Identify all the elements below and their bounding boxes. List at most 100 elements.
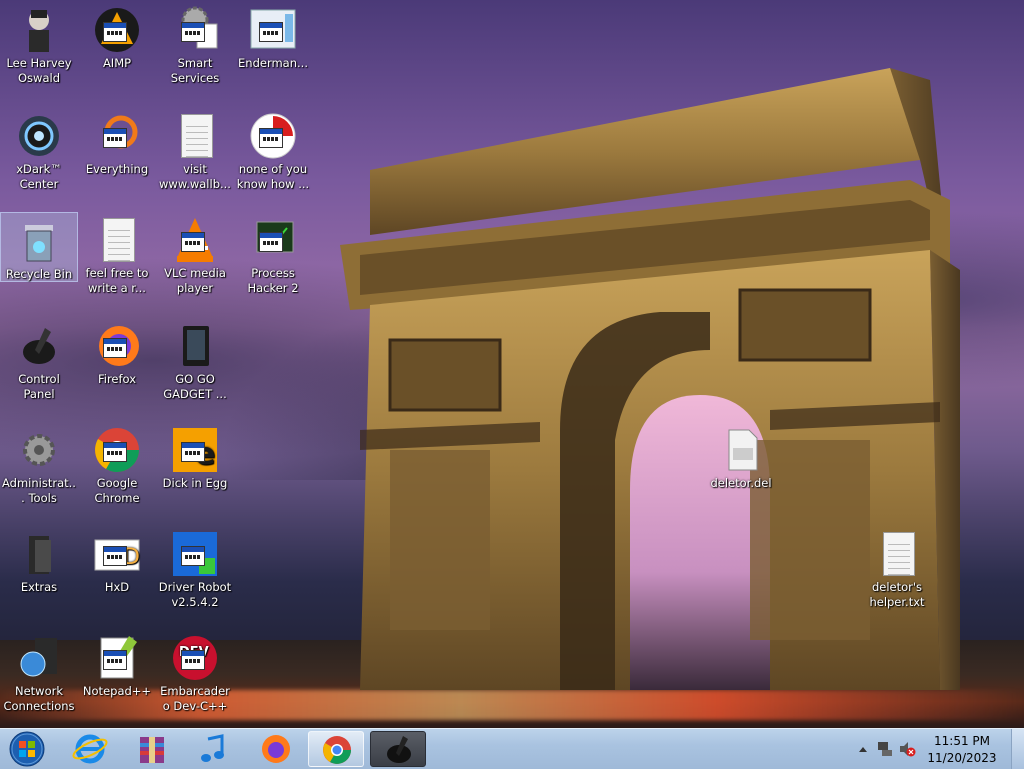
show-hidden-icons-button[interactable] <box>858 742 868 756</box>
chrome-icon <box>93 426 141 474</box>
icon-label: xDark™ Center <box>16 162 62 191</box>
clock-time[interactable]: 11:51 PM <box>922 734 1002 748</box>
app-placeholder-icon <box>181 546 205 566</box>
desktop-icon-visit-wallb[interactable]: visit www.wallb... <box>156 108 234 192</box>
desktop-icon-deletor-del[interactable]: deletor.del <box>702 422 780 491</box>
desktop-icon-process-hacker-2[interactable]: Process Hacker 2 <box>234 212 312 296</box>
desktop-icon-none-of-you[interactable]: none of you know how ... <box>234 108 312 192</box>
icon-label: Network Connections <box>3 684 75 713</box>
vlc-icon <box>171 216 219 264</box>
icon-label: Smart Services <box>170 56 220 85</box>
icon-label: deletor's helper.txt <box>869 580 925 609</box>
taskbar-winrar[interactable] <box>124 731 180 767</box>
avatar-icon <box>15 6 63 54</box>
desktop-icon-control-panel[interactable]: Control Panel <box>0 318 78 402</box>
chrome-icon <box>323 736 351 764</box>
icon-label: Embarcadero Dev-C++ <box>160 684 230 713</box>
driver-robot-icon <box>171 530 219 578</box>
icon-label: Lee Harvey Oswald <box>6 56 72 85</box>
desktop[interactable]: Lee Harvey Oswald xDark™ Center Recycle … <box>0 0 1024 728</box>
icon-label: deletor.del <box>710 476 772 490</box>
firefox-icon <box>93 322 141 370</box>
icon-label: Recycle Bin <box>5 267 73 281</box>
app-placeholder-icon <box>103 22 127 42</box>
xdark-icon <box>15 112 63 160</box>
desktop-icon-xdark-center[interactable]: xDark™ Center <box>0 108 78 192</box>
red-swirl-icon <box>249 112 297 160</box>
desktop-icon-recycle-bin[interactable]: Recycle Bin <box>0 212 78 282</box>
start-button[interactable] <box>4 730 50 768</box>
text-file-icon <box>93 216 141 264</box>
folder-icon <box>15 530 63 578</box>
text-file-icon <box>873 530 921 578</box>
desktop-icon-everything[interactable]: Everything <box>78 108 156 177</box>
desktop-icon-firefox[interactable]: Firefox <box>78 318 156 387</box>
process-hacker-icon <box>249 216 297 264</box>
icon-label: feel free to write a r... <box>85 266 149 295</box>
desktop-icon-feel-free-to-write[interactable]: feel free to write a r... <box>78 212 156 296</box>
system-tray: 11:51 PM 11/20/2023 <box>854 729 1024 769</box>
window-app-icon <box>249 6 297 54</box>
file-icon <box>717 426 765 474</box>
chevron-up-icon <box>859 747 867 752</box>
network-icon <box>15 634 63 682</box>
desktop-icon-notepad-plus-plus[interactable]: Notepad++ <box>78 630 156 699</box>
music-note-icon <box>201 734 224 762</box>
windows-logo-icon <box>9 731 45 767</box>
everything-icon <box>93 112 141 160</box>
taskbar-firefox[interactable] <box>248 731 304 767</box>
icon-label: Enderman... <box>238 56 308 70</box>
desktop-icon-embarcadero-dev-cpp[interactable]: DEV Embarcadero Dev-C++ <box>156 630 234 714</box>
firefox-icon <box>262 735 290 763</box>
icon-label: Control Panel <box>18 372 60 401</box>
aimp-icon <box>93 6 141 54</box>
app-placeholder-icon <box>103 442 127 462</box>
desktop-icon-extras[interactable]: Extras <box>0 526 78 595</box>
icon-label: Dick in Egg <box>162 476 228 490</box>
clock-date[interactable]: 11/20/2023 <box>922 751 1002 765</box>
desktop-icon-dick-in-egg[interactable]: e Dick in Egg <box>156 422 234 491</box>
admin-tools-icon <box>15 426 63 474</box>
app-placeholder-icon <box>181 232 205 252</box>
desktop-icon-administrative-tools[interactable]: Administrat... Tools <box>0 422 78 506</box>
desktop-icon-go-go-gadget[interactable]: GO GO GADGET ... <box>156 318 234 402</box>
taskbar: 11:51 PM 11/20/2023 <box>0 728 1024 769</box>
taskbar-media-player[interactable] <box>186 731 242 767</box>
show-desktop-button[interactable] <box>1011 729 1024 769</box>
icon-label: HxD <box>104 580 130 594</box>
icon-label: Process Hacker 2 <box>247 266 299 295</box>
app-placeholder-icon <box>181 22 205 42</box>
app-placeholder-icon <box>103 650 127 670</box>
desktop-icon-smart-services[interactable]: Smart Services <box>156 2 234 86</box>
icon-label: Extras <box>20 580 58 594</box>
app-placeholder-icon <box>103 546 127 566</box>
desktop-icon-vlc-media-player[interactable]: VLC media player <box>156 212 234 296</box>
desktop-icon-enderman[interactable]: Enderman... <box>234 2 312 71</box>
tray-volume-muted-icon[interactable] <box>898 740 916 758</box>
icon-label: Administrat... Tools <box>2 476 76 505</box>
taskbar-internet-explorer[interactable] <box>62 731 118 767</box>
app-placeholder-icon <box>181 442 205 462</box>
desktop-icon-hxd[interactable]: D HxD <box>78 526 156 595</box>
app-placeholder-icon <box>259 232 283 252</box>
desktop-icon-lee-harvey-oswald[interactable]: Lee Harvey Oswald <box>0 2 78 86</box>
app-placeholder-icon <box>181 650 205 670</box>
tray-network-icon[interactable] <box>876 740 894 758</box>
icon-label: AIMP <box>102 56 132 70</box>
text-file-icon <box>171 112 219 160</box>
taskbar-chrome[interactable] <box>308 731 364 767</box>
egg-icon: e <box>171 426 219 474</box>
taskbar-control-panel[interactable] <box>370 731 426 767</box>
internet-explorer-icon <box>72 734 108 764</box>
desktop-icon-google-chrome[interactable]: Google Chrome <box>78 422 156 506</box>
desktop-icon-driver-robot[interactable]: Driver Robot v2.5.4.2 <box>156 526 234 610</box>
gadget-icon <box>171 322 219 370</box>
desktop-icon-deletors-helper[interactable]: deletor's helper.txt <box>858 526 936 610</box>
desktop-icon-network-connections[interactable]: Network Connections <box>0 630 78 714</box>
icon-label: Google Chrome <box>94 476 140 505</box>
app-placeholder-icon <box>259 22 283 42</box>
hxd-icon: D <box>93 530 141 578</box>
desktop-icon-aimp[interactable]: AIMP <box>78 2 156 71</box>
icon-label: none of you know how ... <box>236 162 310 191</box>
recycle-bin-icon <box>15 217 63 265</box>
